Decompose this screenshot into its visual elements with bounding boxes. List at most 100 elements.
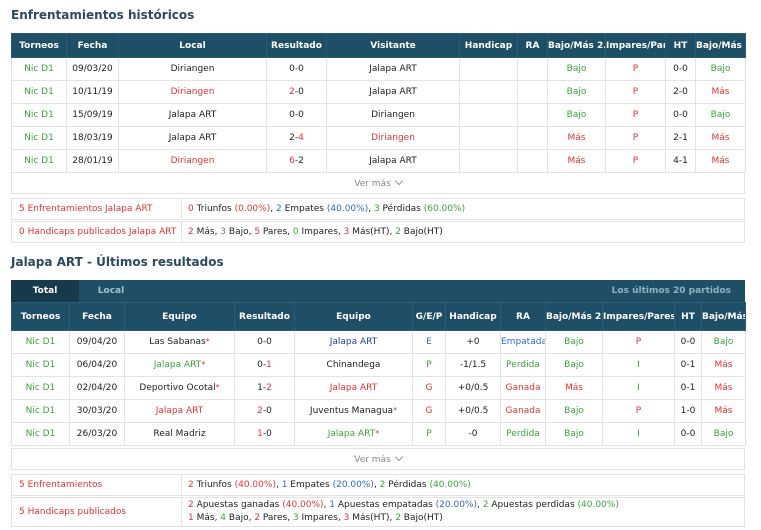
away-team-cell[interactable]: Jalapa ART: [294, 330, 413, 354]
column-header: RA: [517, 33, 548, 58]
summary-fragment: (40.00%): [577, 500, 619, 510]
team-name[interactable]: Jalapa ART: [154, 360, 202, 370]
away-team-cell[interactable]: Jalapa ART: [326, 149, 460, 173]
away-team-cell[interactable]: Chinandega: [294, 353, 413, 377]
more-label: Ver más: [354, 179, 391, 189]
away-team-cell[interactable]: Jalapa ART: [326, 57, 460, 81]
team-name[interactable]: Deportivo Ocotal: [139, 383, 215, 393]
team-name[interactable]: Jalapa ART: [328, 429, 376, 439]
odd-even-cell: P: [605, 126, 666, 150]
league-cell[interactable]: Nic D1: [11, 399, 70, 423]
last-matches-label[interactable]: Los últimos 20 partidos: [612, 280, 731, 302]
column-header: Torneos: [11, 33, 67, 58]
home-team-cell[interactable]: Diriangen: [118, 80, 267, 104]
ou25-cell: Bajo: [545, 422, 603, 446]
column-header: Bajo/Más 0.75(HT): [695, 33, 746, 58]
home-team-cell[interactable]: Jalapa ART: [118, 103, 267, 127]
tab-local[interactable]: Local: [79, 280, 143, 302]
league-cell[interactable]: Nic D1: [11, 353, 70, 377]
team-name[interactable]: Las Sabanas: [149, 337, 205, 347]
table-row[interactable]: Nic D1 30/03/20 Jalapa ART 2-0 Juventus Mana…: [11, 399, 746, 423]
table-row[interactable]: Nic D1 10/11/19 Diriangen 2-0 Jalapa ART Bajo…: [11, 80, 746, 104]
ou25-cell: Bajo: [545, 330, 603, 354]
league-cell[interactable]: Nic D1: [11, 149, 67, 173]
table-row[interactable]: Nic D1 28/01/19 Diriangen 6-2 Jalapa ART Más P…: [11, 149, 746, 173]
score-cell: 0-0: [266, 57, 327, 81]
league-cell[interactable]: Nic D1: [11, 330, 70, 354]
odd-even-cell: P: [602, 399, 675, 423]
odd-even-cell: I: [602, 376, 675, 400]
summary-fragment: Más,: [193, 226, 221, 237]
table-row[interactable]: Nic D1 26/03/20 Real Madriz 1-0 Jalapa ART* P…: [11, 422, 746, 446]
table-row[interactable]: Nic D1 09/04/20 Las Sabanas* 0-0 Jalapa ART E…: [11, 330, 746, 354]
ra-cell: [517, 149, 548, 173]
ou25-cell: Más: [545, 376, 603, 400]
league-cell[interactable]: Nic D1: [11, 376, 70, 400]
handicap-cell: [459, 103, 518, 127]
score-cell: 2-0: [234, 399, 295, 423]
summary-fragment: Pérdidas: [385, 479, 430, 490]
table-row[interactable]: Nic D1 02/04/20 Deportivo Ocotal* 1-2 Jalapa…: [11, 376, 746, 400]
chevron-down-icon: [394, 176, 404, 186]
h2h-more-button[interactable]: Ver más: [11, 172, 745, 194]
summary-fragment: (40.00%): [429, 479, 471, 490]
date-cell: 28/01/19: [66, 149, 119, 173]
home-team-cell[interactable]: Diriangen: [118, 149, 267, 173]
summary-fragment: (20.00%): [435, 500, 477, 510]
score-away: 0: [298, 64, 304, 74]
handicap-cell: +0/0.5: [445, 399, 501, 423]
column-header: Bajo/Más 0.75(HT): [701, 302, 746, 331]
home-team-cell[interactable]: Las Sabanas*: [124, 330, 235, 354]
summary-fragment: Impares,: [298, 513, 344, 523]
summary-fragment: Más,: [193, 513, 221, 523]
table-row[interactable]: Nic D1 18/03/19 Jalapa ART 2-4 Diriangen Más P…: [11, 126, 746, 150]
league-cell[interactable]: Nic D1: [11, 103, 67, 127]
league-cell[interactable]: Nic D1: [11, 57, 67, 81]
league-cell[interactable]: Nic D1: [11, 126, 67, 150]
summary-fragment: Pérdidas: [379, 203, 424, 214]
table-row[interactable]: Nic D1 06/04/20 Jalapa ART* 0-1 Chinandega P -…: [11, 353, 746, 377]
away-team-cell[interactable]: Diriangen: [326, 126, 460, 150]
away-team-cell[interactable]: Juventus Managua*: [294, 399, 413, 423]
team-name[interactable]: Jalapa ART: [156, 406, 204, 416]
table-row[interactable]: Nic D1 09/03/20 Diriangen 0-0 Jalapa ART Bajo…: [11, 57, 746, 81]
summary-fragment: Triunfos: [193, 203, 235, 214]
away-team-cell[interactable]: Jalapa ART: [326, 80, 460, 104]
league-cell[interactable]: Nic D1: [11, 80, 67, 104]
summary-fragment: Bajo,: [226, 226, 255, 237]
score-cell: 6-2: [266, 149, 327, 173]
ht-cell: 0-1: [674, 376, 702, 400]
team-name[interactable]: Juventus Managua: [310, 406, 393, 416]
recent-more-button[interactable]: Ver más: [11, 448, 745, 470]
home-team-cell[interactable]: Jalapa ART: [118, 126, 267, 150]
ou25-cell: Bajo: [547, 57, 606, 81]
away-team-cell[interactable]: Diriangen: [326, 103, 460, 127]
result-letter-cell: P: [412, 353, 446, 377]
team-name[interactable]: Chinandega: [327, 360, 381, 370]
tab-total[interactable]: Total: [11, 280, 79, 302]
home-team-cell[interactable]: Jalapa ART: [124, 399, 235, 423]
home-team-cell[interactable]: Jalapa ART*: [124, 353, 235, 377]
team-name[interactable]: Jalapa ART: [330, 383, 378, 393]
away-team-cell[interactable]: Jalapa ART*: [294, 422, 413, 446]
recent-table: Torneos Fecha Equipo Resultado Equipo G/E/P Ha…: [11, 302, 746, 446]
home-team-cell[interactable]: Deportivo Ocotal*: [124, 376, 235, 400]
league-cell[interactable]: Nic D1: [11, 422, 70, 446]
ou075-cell: Más: [695, 126, 746, 150]
home-team-cell[interactable]: Diriangen: [118, 57, 267, 81]
team-name[interactable]: Real Madriz: [153, 429, 205, 439]
date-cell: 30/03/20: [69, 399, 125, 423]
date-cell: 09/03/20: [66, 57, 119, 81]
column-header: RA: [500, 302, 546, 331]
ra-cell: Empatada: [500, 330, 546, 354]
team-name[interactable]: Jalapa ART: [330, 337, 378, 347]
away-team-cell[interactable]: Jalapa ART: [294, 376, 413, 400]
rank-star: *: [201, 360, 206, 369]
ou25-cell: Bajo: [547, 80, 606, 104]
home-team-cell[interactable]: Real Madriz: [124, 422, 235, 446]
score-away: 1: [266, 360, 272, 370]
date-cell: 10/11/19: [66, 80, 119, 104]
ra-cell: Ganada: [500, 376, 546, 400]
summary-fragment: Bajo(HT): [400, 226, 443, 237]
table-row[interactable]: Nic D1 15/09/19 Jalapa ART 0-0 Diriangen Bajo…: [11, 103, 746, 127]
